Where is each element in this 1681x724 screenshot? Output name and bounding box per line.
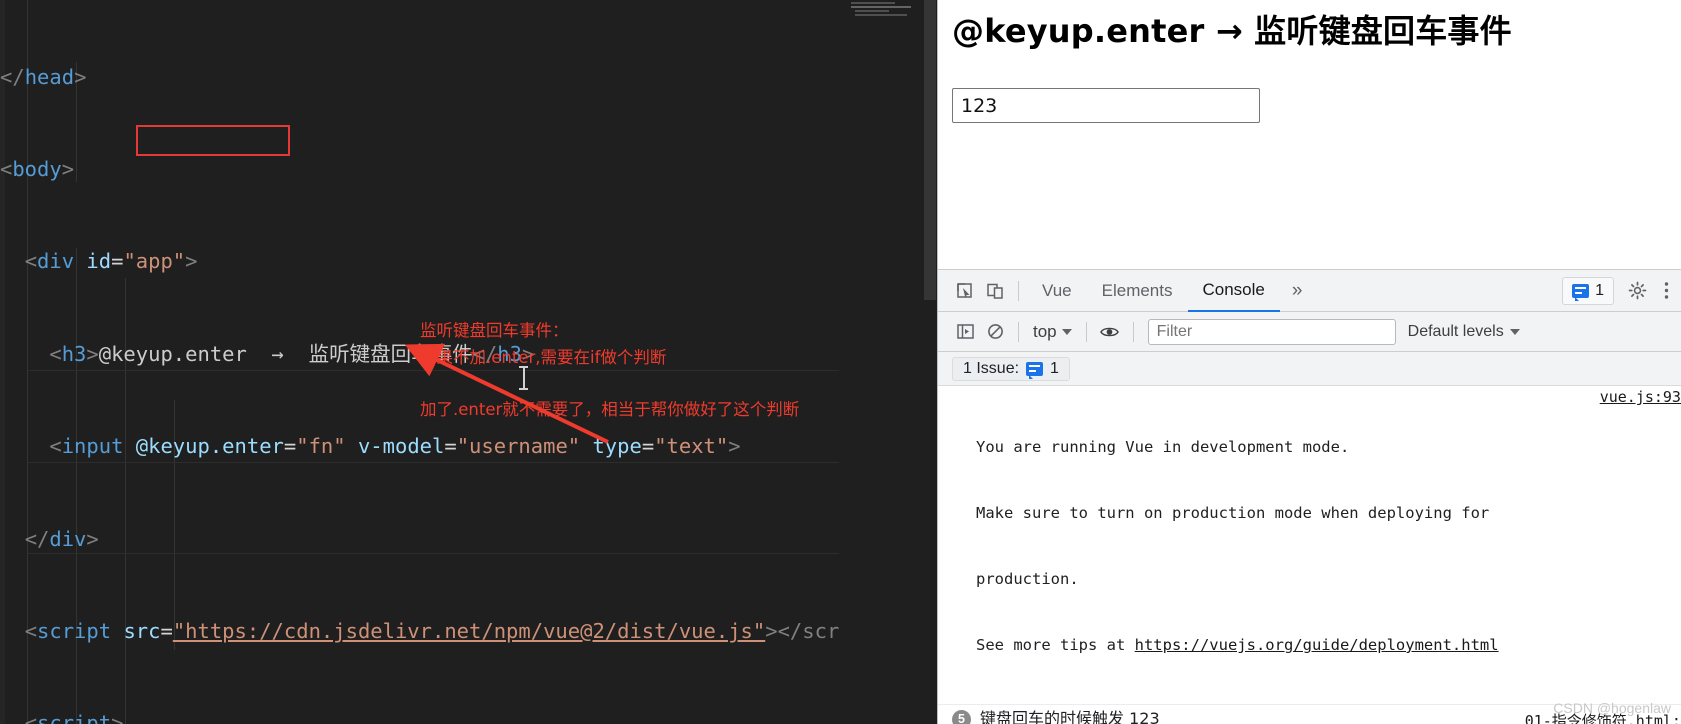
text-cursor xyxy=(519,366,528,390)
editor-minimap[interactable] xyxy=(849,0,929,20)
issue-summary-count: 1 xyxy=(1050,359,1059,377)
devtools-tabbar: Vue Elements Console » 1 xyxy=(938,270,1681,312)
log-repeat-count: 5 xyxy=(952,709,971,724)
tab-vue[interactable]: Vue xyxy=(1027,270,1087,312)
issues-badge[interactable]: 1 xyxy=(1562,276,1614,305)
annotation-line-2: 如果不加.enter,需要在if做个判断 xyxy=(420,348,667,367)
live-expression-eye-icon[interactable] xyxy=(1095,317,1125,347)
console-filter-input[interactable] xyxy=(1147,318,1396,345)
execution-context-label: top xyxy=(1033,321,1057,341)
console-sidebar-toggle-icon[interactable] xyxy=(950,317,980,347)
chevron-down-icon xyxy=(1509,328,1520,335)
filterbar-divider xyxy=(1132,321,1134,342)
console-filter-bar: top Default levels xyxy=(938,312,1681,352)
watermark: CSDN @hogenlaw xyxy=(1553,700,1671,716)
log-levels-select[interactable]: Default levels xyxy=(1408,323,1520,341)
settings-gear-icon[interactable] xyxy=(1624,278,1650,304)
rendered-page: @keyup.enter → 监听键盘回车事件 xyxy=(938,0,1681,269)
filterbar-divider xyxy=(1085,321,1087,342)
console-warning-text: You are running Vue in development mode.… xyxy=(952,386,1681,704)
execution-context-select[interactable]: top xyxy=(1027,322,1078,342)
screenshot-root: </head> <body> <div id="app"> <h3>@keyup… xyxy=(0,0,1681,724)
warning-source-link[interactable]: vue.js:933 xyxy=(1600,386,1681,408)
filterbar-divider xyxy=(1018,321,1019,342)
message-icon xyxy=(1026,361,1044,379)
tab-elements[interactable]: Elements xyxy=(1087,270,1188,312)
clear-console-icon[interactable] xyxy=(980,317,1010,347)
vue-deployment-link[interactable]: https://vuejs.org/guide/deployment.html xyxy=(1135,636,1499,654)
more-tabs-icon[interactable]: » xyxy=(1280,270,1315,312)
browser-panel: @keyup.enter → 监听键盘回车事件 123 Vue Elements… xyxy=(937,0,1681,724)
console-warning-message[interactable]: You are running Vue in development mode.… xyxy=(938,386,1681,704)
issue-summary-pill[interactable]: 1 Issue: 1 xyxy=(952,356,1070,381)
devtools-toolbar-right: 1 xyxy=(1562,276,1681,305)
device-toolbar-icon[interactable] xyxy=(980,276,1010,306)
warning-line-1: You are running Vue in development mode. xyxy=(976,438,1350,456)
message-icon xyxy=(1572,283,1590,301)
log-message-text: 键盘回车的时候触发 123 xyxy=(980,709,1160,724)
issues-badge-count: 1 xyxy=(1595,281,1604,299)
warning-line-4: See more tips at xyxy=(976,636,1135,654)
tab-console[interactable]: Console xyxy=(1187,270,1280,312)
issue-summary-label: 1 Issue: xyxy=(963,359,1020,377)
annotation-line-3: 加了.enter就不需要了，相当于帮你做好了这个判断 xyxy=(420,400,800,419)
code-editor-panel[interactable]: </head> <body> <div id="app"> <h3>@keyup… xyxy=(0,0,937,724)
username-input[interactable] xyxy=(952,88,1260,123)
devtools-panel: Vue Elements Console » 1 top Filter Defa… xyxy=(938,269,1681,724)
console-issue-bar: 1 Issue: 1 xyxy=(938,352,1681,386)
annotation-line-1: 监听键盘回车事件： xyxy=(420,321,569,340)
log-levels-label: Default levels xyxy=(1407,322,1504,340)
editor-scrollbar-thumb[interactable] xyxy=(924,0,936,300)
chevron-down-icon xyxy=(1061,328,1072,335)
console-messages[interactable]: You are running Vue in development mode.… xyxy=(938,386,1681,724)
more-options-icon[interactable] xyxy=(1656,281,1676,300)
toolbar-divider xyxy=(1018,280,1019,301)
page-title: @keyup.enter → 监听键盘回车事件 xyxy=(952,12,1512,50)
editor-scrollbar[interactable] xyxy=(923,0,937,724)
inspect-element-icon[interactable] xyxy=(950,276,980,306)
warning-line-3: production. xyxy=(976,570,1079,588)
warning-line-2: Make sure to turn on production mode whe… xyxy=(976,504,1490,522)
